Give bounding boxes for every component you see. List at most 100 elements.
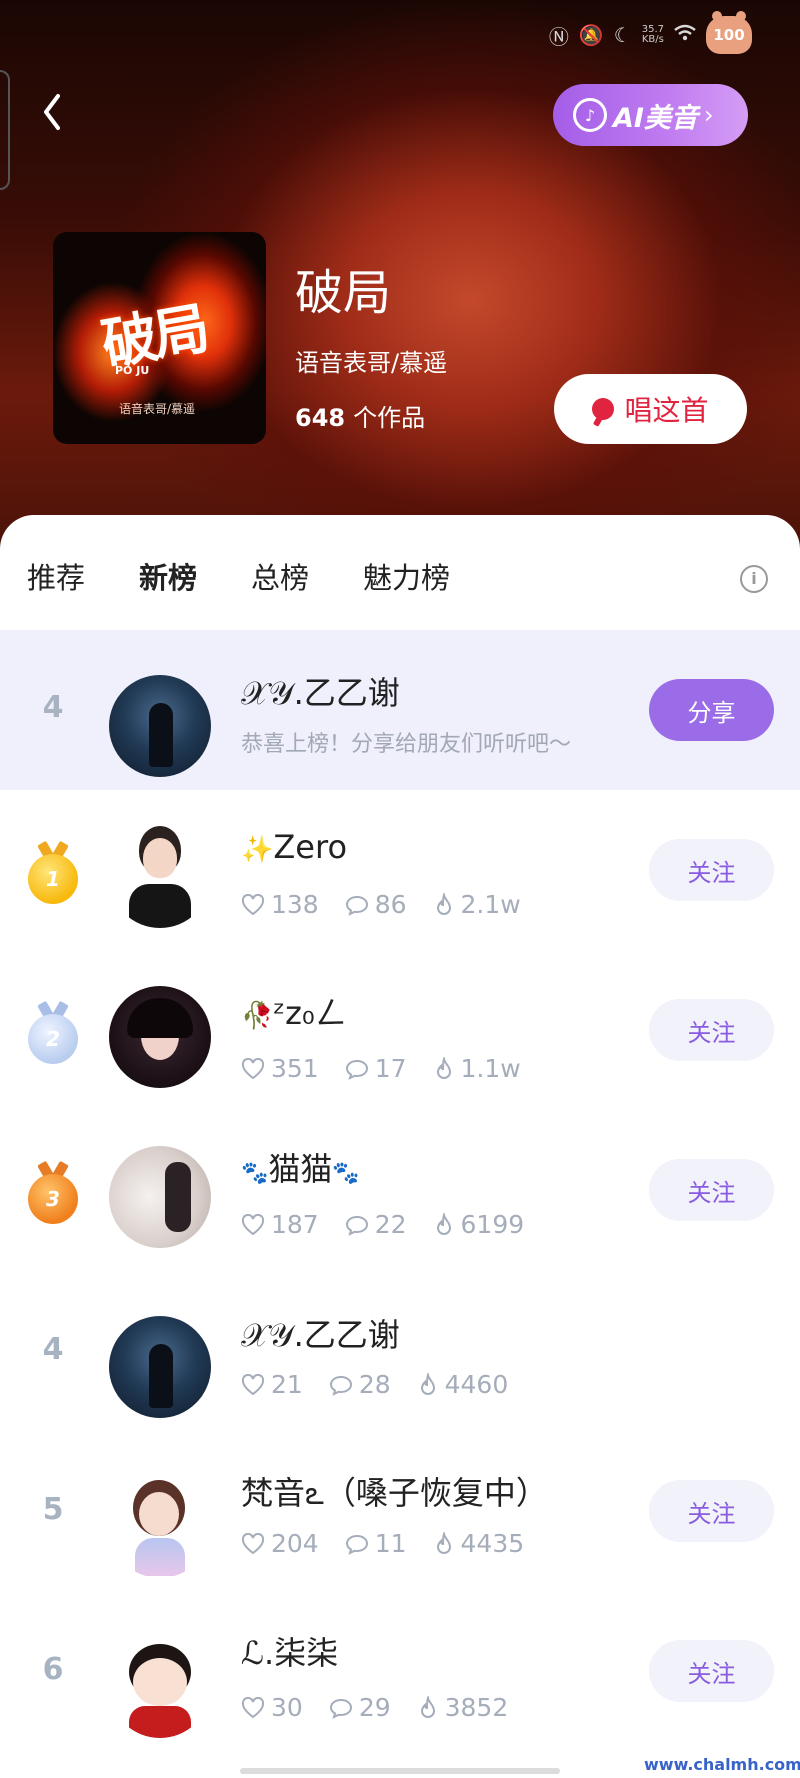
- tab-total[interactable]: 总榜: [251, 555, 309, 597]
- user-name[interactable]: 🐾猫猫🐾: [241, 1144, 360, 1190]
- back-button[interactable]: [36, 88, 72, 136]
- user-name[interactable]: 🥀ᶻz₀ㄥ: [241, 988, 347, 1034]
- ranking-tabs: 推荐 新榜 总榜 魅力榜: [27, 555, 504, 597]
- list-item[interactable]: 1 ✨Zero 138 86 2.1w 关注: [0, 790, 800, 950]
- home-indicator: [240, 1768, 560, 1774]
- sing-this-button[interactable]: 唱这首: [554, 374, 747, 444]
- works-count: 648 个作品: [295, 398, 425, 433]
- user-stats: 187 22 6199: [241, 1210, 550, 1239]
- song-title: 破局: [295, 265, 392, 321]
- comments-stat: 29: [329, 1693, 391, 1722]
- comments-stat: 22: [345, 1210, 407, 1239]
- song-cover[interactable]: 破局 PO JU 语音表哥/慕遥: [53, 232, 266, 444]
- flame-icon: [436, 1531, 451, 1554]
- my-rank-row[interactable]: 4 𝒳𝒴.乙乙谢 恭喜上榜！分享给朋友们听听吧～ 分享: [0, 630, 800, 790]
- follow-button[interactable]: 关注: [649, 999, 774, 1061]
- comment-icon: [345, 1534, 368, 1555]
- tab-new[interactable]: 新榜: [139, 555, 198, 597]
- heart-icon: [241, 1213, 265, 1235]
- mute-icon: 🔕: [578, 23, 604, 47]
- flame-icon: [420, 1372, 435, 1395]
- song-artist[interactable]: 语音表哥/慕遥: [295, 343, 447, 378]
- chevron-right-icon: ›: [703, 101, 714, 129]
- user-stats: 351 17 1.1w: [241, 1054, 547, 1083]
- tab-charm[interactable]: 魅力榜: [363, 555, 450, 597]
- congrats-message: 恭喜上榜！分享给朋友们听听吧～: [241, 732, 572, 757]
- user-name[interactable]: 梵音ఽ（嗓子恢复中）: [241, 1468, 548, 1520]
- battery-indicator: 100: [706, 11, 752, 54]
- list-item[interactable]: 3 🐾猫猫🐾 187 22 6199 关注: [0, 1110, 800, 1270]
- heat-stat: 4435: [433, 1529, 524, 1558]
- cover-subtitle: PO JU: [115, 364, 150, 377]
- user-name[interactable]: ✨Zero: [241, 828, 347, 866]
- user-name[interactable]: 𝒳𝒴.乙乙谢: [241, 668, 400, 714]
- flame-icon: [436, 1056, 451, 1079]
- user-name[interactable]: ℒ.柒柒: [241, 1628, 338, 1674]
- likes-stat: 187: [241, 1210, 319, 1239]
- list-item[interactable]: 4 𝒳𝒴.乙乙谢 21 28 4460: [0, 1270, 800, 1430]
- follow-button[interactable]: 关注: [649, 1159, 774, 1221]
- side-handle: [0, 70, 10, 190]
- heat-stat: 2.1w: [433, 890, 521, 919]
- microphone-icon: [592, 398, 615, 420]
- gold-medal-icon: 1: [28, 842, 78, 904]
- avatar[interactable]: [109, 986, 211, 1088]
- comment-icon: [345, 1059, 368, 1080]
- comment-icon: [345, 895, 368, 916]
- rank-number: 4: [42, 1332, 64, 1367]
- avatar[interactable]: [109, 1316, 211, 1418]
- flame-icon: [420, 1695, 435, 1718]
- list-item[interactable]: 5 梵音ఽ（嗓子恢复中） 204 11 4435 关注: [0, 1430, 800, 1590]
- chevron-left-icon: [44, 94, 60, 130]
- heat-stat: 3852: [417, 1693, 508, 1722]
- likes-stat: 204: [241, 1529, 319, 1558]
- user-stats: 21 28 4460: [241, 1370, 534, 1399]
- heart-icon: [241, 1057, 265, 1079]
- user-stats: 204 11 4435: [241, 1529, 550, 1558]
- avatar[interactable]: [109, 1476, 211, 1578]
- likes-stat: 30: [241, 1693, 303, 1722]
- paw-icon: 🐾: [332, 1161, 360, 1186]
- cover-artist: 语音表哥/慕遥: [119, 402, 196, 416]
- silver-medal-icon: 2: [28, 1002, 78, 1064]
- sparkle-icon: ✨: [241, 835, 274, 865]
- moon-icon: ☾: [613, 23, 632, 47]
- user-name[interactable]: 𝒳𝒴.乙乙谢: [241, 1310, 400, 1356]
- avatar[interactable]: [109, 1146, 211, 1248]
- bronze-medal-icon: 3: [28, 1162, 78, 1224]
- heat-stat: 1.1w: [433, 1054, 521, 1083]
- comments-stat: 86: [345, 890, 407, 919]
- list-item[interactable]: 2 🥀ᶻz₀ㄥ 351 17 1.1w 关注: [0, 950, 800, 1110]
- heart-icon: [241, 1532, 265, 1554]
- ai-beautify-label: AI美音: [613, 102, 698, 134]
- list-item[interactable]: 6 ℒ.柒柒 30 29 3852 关注: [0, 1590, 800, 1750]
- heart-icon: [241, 1373, 265, 1395]
- follow-button[interactable]: 关注: [649, 839, 774, 901]
- comments-stat: 17: [345, 1054, 407, 1083]
- rank-number: 4: [42, 690, 64, 725]
- flame-icon: [436, 1212, 451, 1235]
- follow-button[interactable]: 关注: [649, 1640, 774, 1702]
- avatar[interactable]: [109, 1636, 211, 1738]
- comments-stat: 28: [329, 1370, 391, 1399]
- tab-recommend[interactable]: 推荐: [27, 555, 85, 597]
- share-button[interactable]: 分享: [649, 679, 774, 741]
- follow-button[interactable]: 关注: [649, 1480, 774, 1542]
- nfc-icon: Ⓝ: [548, 24, 569, 49]
- song-header: Ⓝ 🔕 ☾ 35.7 KB/s 100 ♪ AI美音 › 破局 PO JU 语音…: [0, 0, 800, 560]
- cover-title: 破局: [96, 295, 211, 379]
- ai-beautify-button[interactable]: ♪ AI美音 ›: [553, 84, 748, 146]
- music-note-ai-icon: ♪: [573, 98, 607, 132]
- comment-icon: [345, 1215, 368, 1236]
- heart-icon: [241, 893, 265, 915]
- paw-icon: 🐾: [241, 1161, 269, 1186]
- flame-icon: [436, 892, 451, 915]
- wifi-icon: [674, 23, 696, 47]
- avatar[interactable]: [109, 826, 211, 928]
- info-icon[interactable]: i: [740, 565, 768, 593]
- comment-icon: [329, 1375, 352, 1396]
- sing-this-label: 唱这首: [624, 394, 709, 427]
- likes-stat: 351: [241, 1054, 319, 1083]
- avatar[interactable]: [109, 675, 211, 777]
- comment-icon: [329, 1698, 352, 1719]
